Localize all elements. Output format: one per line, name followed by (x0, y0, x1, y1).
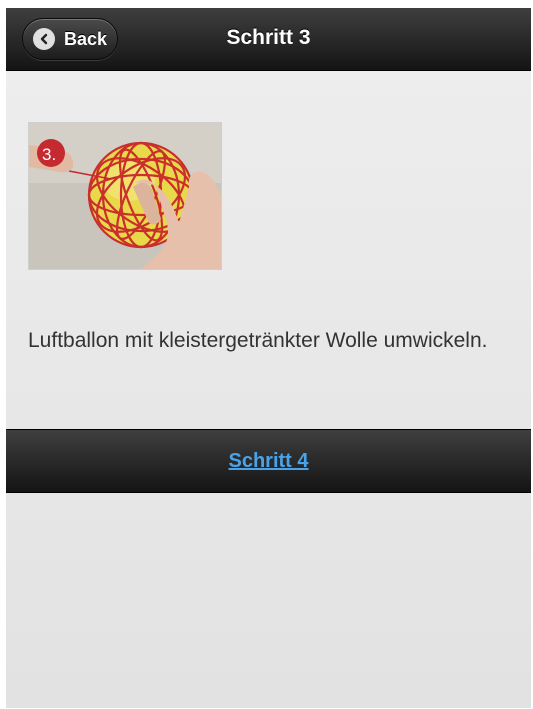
back-button[interactable]: Back (22, 18, 118, 60)
step-photo: 3. (28, 122, 222, 270)
header-bar: Back Schritt 3 (6, 8, 531, 71)
step-badge-text: 3. (42, 145, 56, 164)
chevron-left-icon (33, 28, 55, 50)
next-step-link[interactable]: Schritt 4 (228, 450, 308, 473)
app-page: Back Schritt 3 3. Luftballon mit kleiste… (6, 8, 531, 708)
footer-bar: Schritt 4 (6, 429, 531, 493)
step-description: Luftballon mit kleistergetränkter Wolle … (28, 329, 488, 352)
back-button-label: Back (64, 28, 108, 49)
